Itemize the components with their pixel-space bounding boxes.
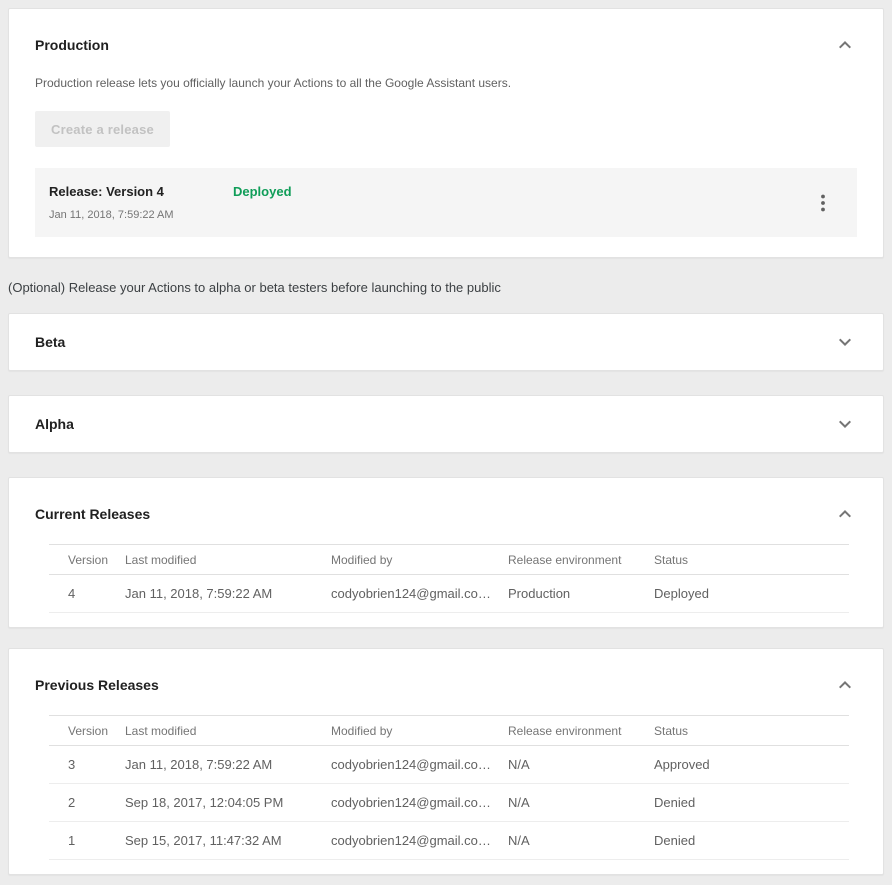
chevron-down-icon [833,330,857,354]
previous-releases-card: Previous Releases Version Last modified … [8,648,884,875]
column-header-status: Status [654,716,849,746]
cell-version: 3 [49,746,125,784]
current-releases-header: Current Releases [35,502,857,526]
column-header-modified-by: Modified by [331,716,508,746]
kebab-menu-icon [811,191,835,215]
cell-modified-by: codyobrien124@gmail.co… [331,575,508,613]
table-row: 3 Jan 11, 2018, 7:59:22 AM codyobrien124… [49,746,849,784]
current-releases-card: Current Releases Version Last modified M… [8,477,884,628]
chevron-up-icon [833,673,857,697]
beta-title: Beta [35,333,65,351]
production-header: Production [35,33,857,57]
chevron-up-icon [833,502,857,526]
cell-version: 1 [49,822,125,860]
cell-modified-by: codyobrien124@gmail.co… [331,784,508,822]
production-title: Production [35,36,109,54]
chevron-down-icon [833,412,857,436]
current-releases-table: Version Last modified Modified by Releas… [49,544,849,613]
column-header-last-modified: Last modified [125,545,331,575]
cell-status: Denied [654,784,849,822]
previous-releases-table: Version Last modified Modified by Releas… [49,715,849,860]
expand-beta-button[interactable] [833,330,857,354]
cell-last-modified: Sep 15, 2017, 11:47:32 AM [125,822,331,860]
expand-alpha-button[interactable] [833,412,857,436]
cell-last-modified: Jan 11, 2018, 7:59:22 AM [125,746,331,784]
cell-last-modified: Sep 18, 2017, 12:04:05 PM [125,784,331,822]
cell-modified-by: codyobrien124@gmail.co… [331,822,508,860]
create-release-button[interactable]: Create a release [35,111,170,147]
collapse-current-releases-button[interactable] [833,502,857,526]
collapse-production-button[interactable] [833,33,857,57]
beta-card: Beta [8,313,884,371]
table-row: 4 Jan 11, 2018, 7:59:22 AM codyobrien124… [49,575,849,613]
production-description: Production release lets you officially l… [35,75,857,91]
release-date: Jan 11, 2018, 7:59:22 AM [49,209,233,222]
current-releases-title: Current Releases [35,505,150,523]
cell-release-environment: N/A [508,746,654,784]
production-card: Production Production release lets you o… [8,8,884,258]
table-header-row: Version Last modified Modified by Releas… [49,716,849,746]
column-header-release-environment: Release environment [508,545,654,575]
release-name: Release: Version 4 [49,184,233,200]
chevron-up-icon [833,33,857,57]
collapse-previous-releases-button[interactable] [833,673,857,697]
cell-last-modified: Jan 11, 2018, 7:59:22 AM [125,575,331,613]
cell-status: Deployed [654,575,849,613]
column-header-modified-by: Modified by [331,545,508,575]
cell-version: 4 [49,575,125,613]
releases-page: Production Production release lets you o… [0,0,892,885]
column-header-last-modified: Last modified [125,716,331,746]
beta-header: Beta [35,330,857,354]
optional-note: (Optional) Release your Actions to alpha… [8,279,884,296]
column-header-release-environment: Release environment [508,716,654,746]
table-header-row: Version Last modified Modified by Releas… [49,545,849,575]
alpha-card: Alpha [8,395,884,453]
deployed-release-row: Release: Version 4 Jan 11, 2018, 7:59:22… [35,168,857,237]
column-header-version: Version [49,545,125,575]
release-status-badge: Deployed [233,184,292,200]
table-row: 1 Sep 15, 2017, 11:47:32 AM codyobrien12… [49,822,849,860]
cell-release-environment: Production [508,575,654,613]
alpha-title: Alpha [35,415,74,433]
previous-releases-header: Previous Releases [35,673,857,697]
release-text: Release: Version 4 Jan 11, 2018, 7:59:22… [49,184,233,222]
cell-release-environment: N/A [508,822,654,860]
column-header-version: Version [49,716,125,746]
release-menu-button[interactable] [811,191,835,215]
table-row: 2 Sep 18, 2017, 12:04:05 PM codyobrien12… [49,784,849,822]
cell-version: 2 [49,784,125,822]
previous-releases-title: Previous Releases [35,676,159,694]
column-header-status: Status [654,545,849,575]
release-main: Release: Version 4 Jan 11, 2018, 7:59:22… [49,184,811,222]
cell-status: Approved [654,746,849,784]
cell-modified-by: codyobrien124@gmail.co… [331,746,508,784]
cell-release-environment: N/A [508,784,654,822]
cell-status: Denied [654,822,849,860]
alpha-header: Alpha [35,412,857,436]
